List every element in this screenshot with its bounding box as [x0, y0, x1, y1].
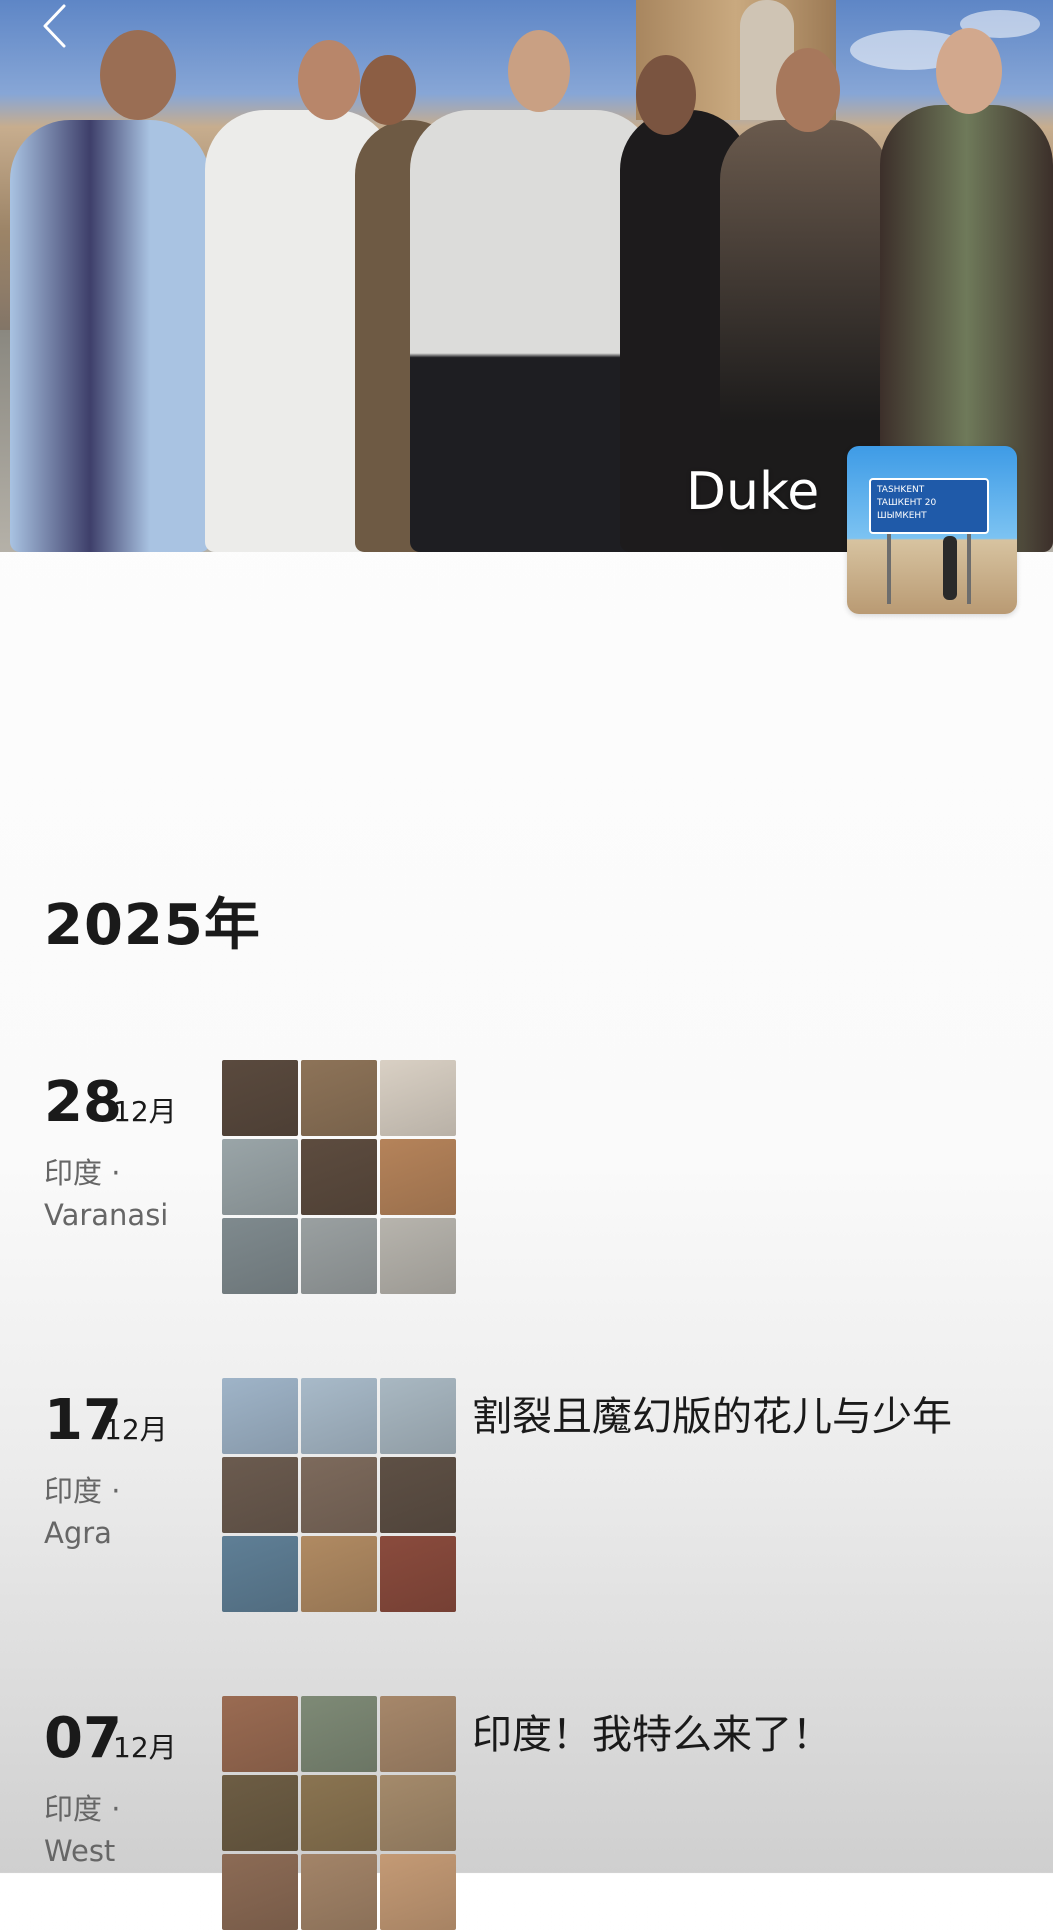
sign-text: TASHKENT [877, 485, 925, 495]
photo-thumbnail[interactable] [301, 1378, 377, 1454]
sign-pole [967, 534, 971, 604]
entry-location: 印度 · West [44, 1788, 120, 1872]
photo-thumbnail[interactable] [301, 1457, 377, 1533]
sign-text: TAШКЕНТ 20 [877, 498, 937, 508]
location-country: 印度 · [44, 1792, 121, 1826]
photo-thumbnail[interactable] [380, 1854, 456, 1930]
photo-thumbnail[interactable] [380, 1457, 456, 1533]
photo-thumbnail[interactable] [222, 1854, 298, 1930]
person-figure [10, 120, 210, 552]
photo-thumbnail[interactable] [301, 1775, 377, 1851]
photo-thumbnail[interactable] [301, 1218, 377, 1294]
entry-caption[interactable]: 割裂且魔幻版的花儿与少年 [472, 1384, 952, 1442]
photo-thumbnail[interactable] [222, 1457, 298, 1533]
entry-location: 印度 · Agra [44, 1470, 120, 1554]
photo-thumbnail[interactable] [222, 1536, 298, 1612]
back-button[interactable] [30, 0, 80, 52]
photo-thumbnail[interactable] [380, 1139, 456, 1215]
entry-caption[interactable]: 印度！我特么来了！ [472, 1702, 832, 1760]
photo-thumbnail[interactable] [222, 1696, 298, 1772]
person-head [298, 40, 360, 120]
photo-grid[interactable] [222, 1696, 456, 1930]
photo-thumbnail[interactable] [301, 1139, 377, 1215]
location-country: 印度 · [44, 1474, 121, 1508]
profile-name[interactable]: Duke [686, 462, 819, 522]
person-head [636, 55, 696, 135]
road-sign-image: TASHKENT TAШКЕНТ 20 ШЫМКЕНТ [869, 478, 989, 534]
location-city: West [44, 1834, 116, 1868]
chevron-left-icon [43, 4, 66, 48]
photo-thumbnail[interactable] [301, 1060, 377, 1136]
person-figure [410, 110, 655, 552]
person-head [776, 48, 840, 132]
entry-month: 12月 [104, 1413, 168, 1446]
entry-location: 印度 · Varanasi [44, 1152, 168, 1236]
sign-pole [887, 534, 891, 604]
entry-month: 12月 [113, 1095, 177, 1128]
photo-thumbnail[interactable] [380, 1060, 456, 1136]
photo-thumbnail[interactable] [222, 1218, 298, 1294]
photo-thumbnail[interactable] [301, 1854, 377, 1930]
photo-thumbnail[interactable] [380, 1696, 456, 1772]
photo-thumbnail[interactable] [301, 1536, 377, 1612]
location-city: Agra [44, 1516, 112, 1550]
sign-text: ШЫМКЕНТ [877, 511, 927, 521]
photo-thumbnail[interactable] [222, 1775, 298, 1851]
location-country: 印度 · [44, 1156, 121, 1190]
avatar-person [943, 536, 957, 600]
photo-thumbnail[interactable] [380, 1536, 456, 1612]
person-head [360, 55, 416, 125]
entry-month: 12月 [113, 1731, 177, 1764]
photo-grid[interactable] [222, 1378, 456, 1612]
photo-thumbnail[interactable] [380, 1378, 456, 1454]
year-heading: 2025年 [44, 893, 261, 958]
photo-thumbnail[interactable] [222, 1060, 298, 1136]
entry-day: 28 [44, 1070, 122, 1135]
photo-thumbnail[interactable] [380, 1775, 456, 1851]
person-head [936, 28, 1002, 114]
photo-thumbnail[interactable] [222, 1378, 298, 1454]
photo-thumbnail[interactable] [222, 1139, 298, 1215]
photo-thumbnail[interactable] [301, 1696, 377, 1772]
avatar[interactable]: TASHKENT TAШКЕНТ 20 ШЫМКЕНТ [847, 446, 1017, 614]
photo-grid[interactable] [222, 1060, 456, 1294]
photo-thumbnail[interactable] [380, 1218, 456, 1294]
location-city: Varanasi [44, 1198, 169, 1232]
person-head [100, 30, 176, 120]
person-head [508, 30, 570, 112]
entry-day: 07 [44, 1706, 122, 1771]
